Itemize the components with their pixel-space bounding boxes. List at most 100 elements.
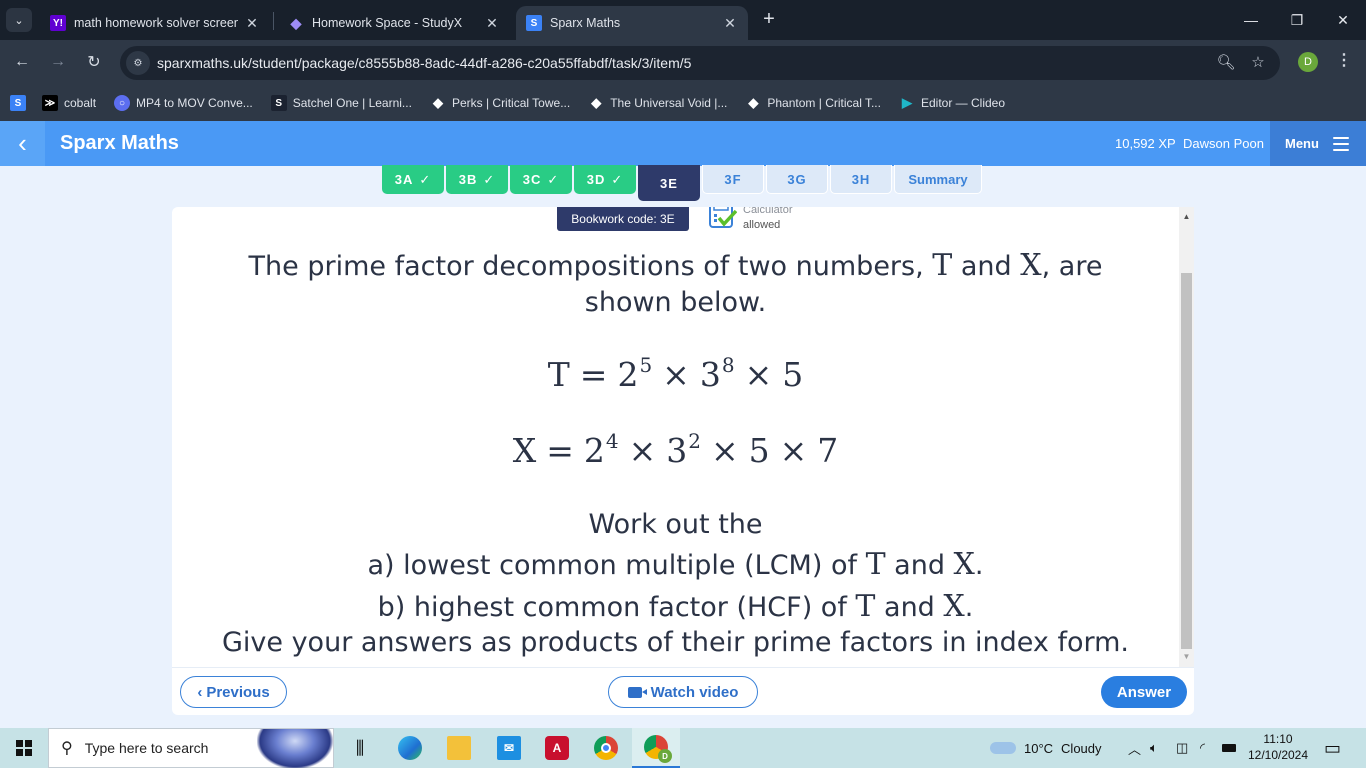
bookmark-phantom[interactable]: ◆ Phantom | Critical T...: [745, 95, 881, 111]
math-var-t: T: [855, 589, 876, 624]
address-bar[interactable]: ⚙ sparxmaths.uk/student/package/c8555b88…: [120, 46, 1280, 80]
close-tab-icon[interactable]: ✕: [244, 15, 260, 32]
browser-menu-icon[interactable]: ⋮: [1334, 50, 1354, 74]
clock[interactable]: 11:10 12/10/2024: [1244, 731, 1312, 763]
browser-tab[interactable]: ◆ Homework Space - StudyX ✕: [278, 6, 510, 40]
bookmark-mp4-to-mov[interactable]: ○ MP4 to MOV Conve...: [114, 95, 253, 111]
eq-base: 7: [817, 431, 839, 470]
sparx-page: ‹ Sparx Maths 10,592 XP Dawson Poon Menu…: [0, 121, 1366, 728]
calculator-label: Calculator: [743, 207, 793, 216]
bookmark-clideo[interactable]: ▶ Editor — Clideo: [899, 95, 1005, 111]
zoom-icon[interactable]: 🔍︎: [1216, 53, 1236, 73]
close-tab-icon[interactable]: ✕: [484, 15, 500, 32]
scrollbar-thumb[interactable]: [1181, 273, 1192, 649]
hamburger-icon: [1332, 136, 1349, 151]
taskbar-chrome[interactable]: [582, 728, 630, 768]
bookmark-satchel-one[interactable]: S Satchel One | Learni...: [270, 95, 412, 111]
taskbar-mail[interactable]: ✉: [485, 728, 533, 768]
scroll-up-arrow-icon[interactable]: ▲: [1179, 209, 1194, 225]
bookmark-universal-void[interactable]: ◆ The Universal Void |...: [588, 95, 727, 111]
meet-button[interactable]: ◫: [1176, 728, 1188, 768]
task-view-icon: ⫼: [355, 737, 365, 758]
eq-base: 5: [782, 355, 804, 394]
restore-button[interactable]: ❐: [1274, 0, 1320, 40]
scroll-down-arrow-icon[interactable]: ▼: [1179, 649, 1194, 665]
answer-button[interactable]: Answer: [1101, 676, 1187, 708]
calculator-status: allowed: [743, 219, 781, 231]
bookmark-label: The Universal Void |...: [610, 96, 728, 110]
back-arrow-icon[interactable]: ←: [10, 50, 34, 74]
taskbar-file-explorer[interactable]: [435, 728, 483, 768]
tab-title: math homework solver screen s: [74, 16, 238, 30]
taskbar-search-box[interactable]: ⚲ Type here to search: [48, 728, 334, 768]
reload-icon[interactable]: ↻: [82, 50, 106, 74]
profile-avatar[interactable]: D: [1298, 52, 1318, 72]
tab-3d[interactable]: 3D ✓: [574, 165, 636, 194]
watch-video-button[interactable]: Watch video: [608, 676, 758, 708]
math-var-t: T: [865, 547, 886, 582]
taskbar-edge[interactable]: [386, 728, 434, 768]
tab-3b[interactable]: 3B ✓: [446, 165, 508, 194]
task-view-button[interactable]: ⫼: [336, 728, 384, 768]
converter-icon: ○: [114, 95, 131, 111]
user-name[interactable]: Dawson Poon: [1183, 136, 1264, 151]
start-button[interactable]: [0, 728, 48, 768]
back-chevron-button[interactable]: ‹: [0, 121, 45, 166]
menu-button[interactable]: Menu: [1270, 121, 1366, 166]
close-window-button[interactable]: ✕: [1320, 0, 1366, 40]
eq-exponent: 8: [721, 353, 735, 377]
new-tab-button[interactable]: +: [758, 8, 780, 32]
show-hidden-icons[interactable]: ︿: [1128, 728, 1141, 768]
tab-search-button[interactable]: ⌄: [6, 8, 32, 32]
minimize-button[interactable]: —: [1228, 0, 1274, 40]
xp-counter: 10,592 XP: [1115, 136, 1176, 151]
close-tab-icon[interactable]: ✕: [722, 15, 738, 32]
bookmark-label: Satchel One | Learni...: [292, 96, 412, 110]
text: The prime factor decompositions of two n…: [248, 251, 933, 282]
bookmark-cobalt[interactable]: ≫ cobalt: [42, 95, 96, 111]
text: and: [952, 251, 1021, 282]
taskbar-acrobat[interactable]: A: [533, 728, 581, 768]
edge-icon: [398, 736, 422, 760]
tab-3f[interactable]: 3F: [702, 165, 764, 194]
url-text[interactable]: sparxmaths.uk/student/package/c8555b88-8…: [157, 55, 691, 71]
tab-label: 3A: [394, 172, 414, 187]
previous-button[interactable]: ‹ Previous: [180, 676, 287, 708]
browser-tab-active[interactable]: S Sparx Maths ✕: [516, 6, 748, 40]
bookmark-perks[interactable]: ◆ Perks | Critical Towe...: [430, 95, 570, 111]
tab-3h[interactable]: 3H: [830, 165, 892, 194]
tab-label: 3B: [458, 172, 478, 187]
network-button[interactable]: ◜: [1200, 728, 1205, 768]
volume-button[interactable]: 🔈︎: [1150, 728, 1158, 768]
check-icon: ✓: [483, 171, 496, 187]
acrobat-icon: A: [545, 736, 569, 760]
bookmark-star-icon[interactable]: ☆: [1248, 53, 1268, 73]
bookmark-sparx[interactable]: S: [10, 95, 32, 111]
chrome-icon: [594, 736, 618, 760]
forward-arrow-icon[interactable]: →: [46, 50, 70, 74]
app-header: ‹ Sparx Maths 10,592 XP Dawson Poon Menu: [0, 121, 1366, 166]
notifications-button[interactable]: ▭: [1324, 728, 1341, 768]
eq-base: 2: [617, 355, 639, 394]
tab-label: 3D: [586, 172, 606, 187]
diamond-icon: ◆: [432, 95, 443, 110]
content-scrollbar[interactable]: ▲ ▼: [1179, 207, 1194, 667]
eq-base: 3: [699, 355, 721, 394]
browser-tab[interactable]: Y! math homework solver screen s ✕: [40, 6, 270, 40]
tab-3c[interactable]: 3C ✓: [510, 165, 572, 194]
bookmark-label: Editor — Clideo: [920, 96, 1006, 110]
text: and: [885, 550, 954, 581]
site-settings-icon[interactable]: ⚙: [126, 51, 150, 75]
tab-3g[interactable]: 3G: [766, 165, 828, 194]
yahoo-favicon-icon: Y!: [50, 15, 66, 31]
taskbar-chrome-profile[interactable]: D: [632, 728, 680, 768]
weather-widget[interactable]: 10°C Cloudy: [990, 728, 1102, 768]
eq-exponent: 5: [639, 353, 653, 377]
studyx-favicon-icon: ◆: [290, 14, 302, 31]
tab-label: 3C: [522, 172, 542, 187]
battery-button[interactable]: [1222, 728, 1236, 768]
tab-3e-current[interactable]: 3E: [638, 165, 700, 201]
tab-summary[interactable]: Summary: [894, 165, 982, 194]
tab-3a[interactable]: 3A ✓: [382, 165, 444, 194]
battery-icon: [1222, 744, 1236, 752]
